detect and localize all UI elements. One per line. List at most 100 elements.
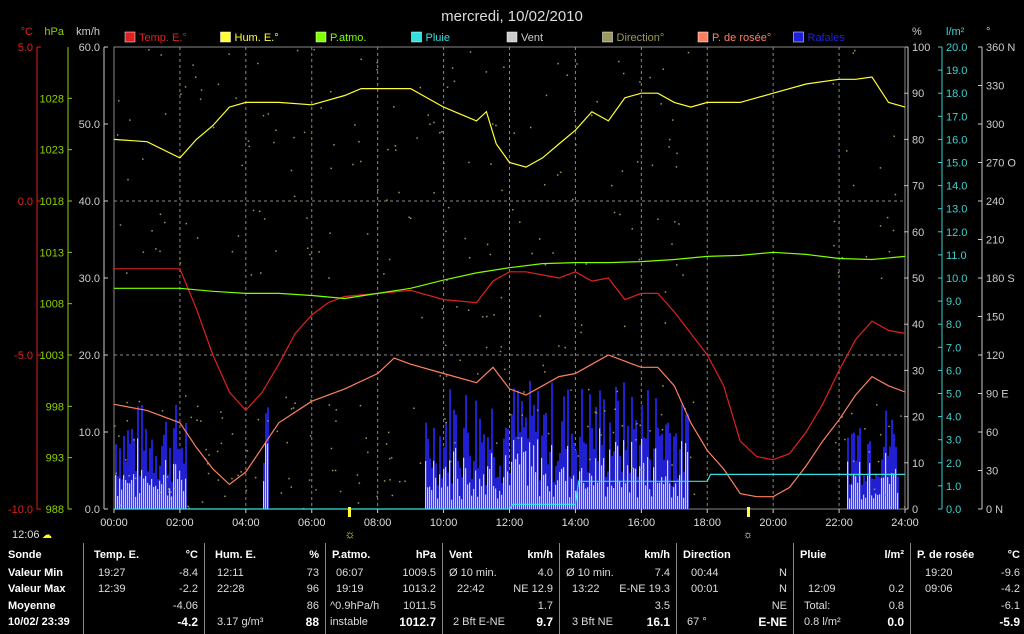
wind-bar (177, 478, 179, 509)
direction-dot (160, 54, 162, 56)
pluie-now: 0.0 (887, 615, 904, 629)
axis-unit-temp: °C (21, 26, 33, 38)
direction-dot (118, 100, 120, 102)
direction-dot (118, 435, 120, 437)
direction-dot (333, 143, 335, 146)
direction-dot (835, 441, 837, 444)
direction-dot (880, 277, 883, 280)
axis-tick-rain: 12.0 (946, 227, 967, 239)
direction-dot (671, 464, 673, 466)
hum-max: 96 (306, 583, 319, 595)
direction-dot (573, 110, 576, 113)
axis-tick-rain: 16.0 (946, 134, 967, 146)
wind-bar (427, 487, 429, 509)
axis-tick-temp: 0.0 (18, 196, 33, 208)
wind-bar (871, 495, 873, 509)
wind-bar (157, 488, 159, 509)
direction-dot (179, 262, 182, 264)
axis-tick-rain: 1.0 (946, 481, 961, 493)
wind-bar (119, 478, 121, 509)
axis-tick-rain: 20.0 (946, 42, 967, 54)
direction-dot (389, 479, 391, 481)
direction-dot (485, 71, 488, 73)
direction-dot (445, 375, 448, 377)
direction-dot (844, 438, 846, 441)
wind-bar (617, 445, 619, 509)
x-tick-label: 24:00 (891, 517, 919, 529)
direction-dot (419, 86, 422, 89)
direction-dot (142, 158, 144, 160)
axis-tick-wind: 0.0 (85, 504, 100, 516)
wind-bar (867, 475, 869, 509)
axis-tick-direction: 90 E (986, 389, 1009, 401)
direction-dot (640, 469, 642, 471)
stats-col-hum: Hum. E. % 12:11 73 22:28 96 86 3.17 g/m³… (205, 543, 326, 634)
wind-bar (263, 481, 265, 509)
right-axes: %1009080706050403020100l/m²20.019.018.01… (904, 26, 1016, 516)
wind-bar (139, 493, 141, 509)
x-tick-label: 08:00 (364, 517, 392, 529)
axis-tick-humidity: 80 (912, 134, 924, 146)
direction-dot (168, 491, 170, 493)
direction-dot (589, 458, 591, 461)
axis-tick-temp: -10.0 (8, 504, 33, 516)
wind-bar (443, 468, 445, 509)
wind-bar (847, 461, 849, 509)
temp-min: -8.4 (179, 567, 198, 579)
direction-dot (296, 49, 299, 52)
direction-dot (257, 62, 259, 65)
direction-dot (220, 442, 223, 445)
direction-dot (421, 316, 423, 319)
direction-dot (580, 331, 582, 334)
direction-dot (155, 248, 157, 250)
rosee-unit: °C (1007, 549, 1020, 561)
direction-dot (585, 263, 588, 265)
direction-dot (613, 211, 616, 214)
direction-dot (631, 228, 634, 230)
direction-dot (367, 451, 369, 454)
direction-dot (649, 430, 651, 432)
direction-dot (444, 418, 446, 420)
wind-bar (855, 476, 857, 509)
direction-dot (200, 89, 203, 91)
direction-dot (852, 52, 854, 54)
wind-bar (511, 461, 513, 509)
wind-bar (597, 482, 599, 509)
direction-dot (318, 251, 320, 253)
axis-tick-humidity: 70 (912, 181, 924, 193)
row-label-min: Valeur Min (8, 567, 64, 579)
direction-dot (453, 80, 456, 83)
direction-dot (339, 490, 342, 493)
direction-dot (504, 368, 506, 371)
direction-dot (529, 126, 532, 129)
direction-dot (216, 450, 219, 453)
direction-dot (217, 479, 220, 481)
direction-dot (404, 480, 406, 483)
axis-tick-rain: 17.0 (946, 111, 967, 123)
axis-tick-pressure: 1013 (40, 247, 64, 259)
direction-dot (200, 420, 202, 422)
wind-bar (531, 466, 533, 509)
direction-dot (170, 491, 172, 493)
vent-bft: 2 Bft E-NE (453, 616, 505, 628)
direction-dot (676, 152, 678, 155)
direction-dot (459, 359, 461, 362)
wind-bar (453, 451, 455, 509)
direction-dot (893, 135, 895, 138)
direction-dot (557, 62, 559, 65)
direction-dot (142, 251, 145, 253)
direction-dot (148, 49, 150, 51)
wind-bar (857, 482, 859, 509)
rosee-min-time: 19:20 (925, 567, 953, 579)
direction-dot (115, 472, 117, 475)
wind-bar (429, 486, 431, 509)
row-label-now: 10/02/ 23:39 (8, 616, 70, 628)
patmo-header: P.atmo. (332, 549, 371, 561)
wind-bar (181, 479, 183, 509)
direction-dot (275, 129, 277, 131)
wind-bar (175, 464, 177, 509)
vent-r1-label: Ø 10 min. (449, 567, 497, 579)
direction-dot (138, 400, 141, 403)
direction-dot (649, 76, 651, 79)
direction-dot (221, 417, 224, 419)
